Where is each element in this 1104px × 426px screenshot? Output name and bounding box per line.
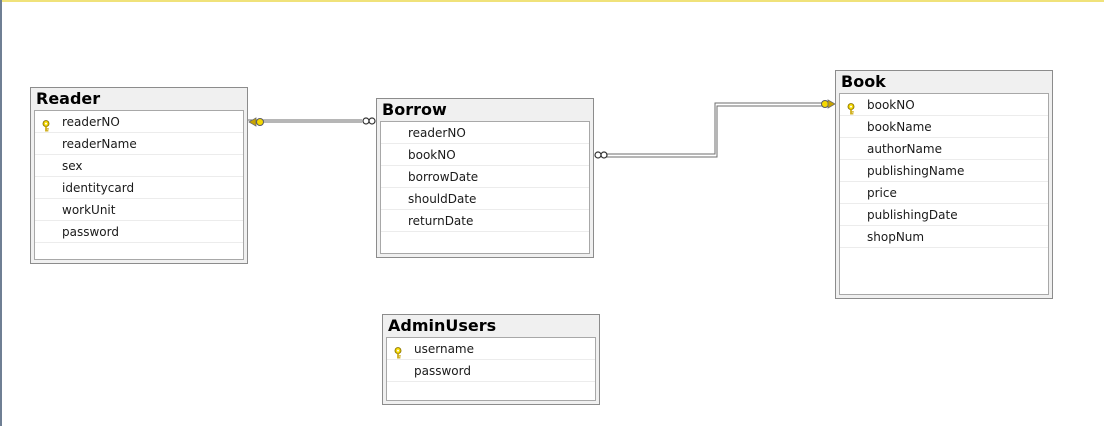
primary-key-icon xyxy=(41,116,51,132)
column-row[interactable]: identitycard xyxy=(35,177,243,199)
table-title[interactable]: Reader xyxy=(31,88,247,108)
column-row[interactable]: publishingName xyxy=(840,160,1048,182)
column-row[interactable]: bookName xyxy=(840,116,1048,138)
column-name: username xyxy=(414,342,474,356)
column-name: bookNO xyxy=(408,148,456,162)
column-list: bookNO bookName authorName publishingName pr… xyxy=(839,93,1049,295)
table-borrow[interactable]: Borrow readerNO bookNO borrowDate shouldDat… xyxy=(376,98,594,258)
column-name: publishingDate xyxy=(867,208,958,222)
column-name: shouldDate xyxy=(408,192,477,206)
one-end-key-icon xyxy=(256,118,264,126)
column-list: username password xyxy=(386,337,596,401)
column-row[interactable]: username xyxy=(387,338,595,360)
column-name: identitycard xyxy=(62,181,135,195)
one-end-key-icon xyxy=(248,117,257,127)
column-row[interactable]: returnDate xyxy=(381,210,589,232)
column-row[interactable]: readerName xyxy=(35,133,243,155)
column-row[interactable]: authorName xyxy=(840,138,1048,160)
column-name: sex xyxy=(62,159,83,173)
column-row[interactable]: readerNO xyxy=(35,111,243,133)
column-row[interactable]: shopNum xyxy=(840,226,1048,248)
one-end-key-icon xyxy=(821,100,829,108)
column-name: authorName xyxy=(867,142,942,156)
column-row[interactable]: shouldDate xyxy=(381,188,589,210)
table-book[interactable]: Book bookNO bookName authorName publishingN… xyxy=(835,70,1053,299)
many-end-infinity-icon xyxy=(362,117,376,125)
primary-key-icon xyxy=(846,99,856,115)
column-row[interactable]: password xyxy=(387,360,595,382)
column-row[interactable]: sex xyxy=(35,155,243,177)
many-end-infinity-icon xyxy=(594,151,608,159)
column-row[interactable]: price xyxy=(840,182,1048,204)
column-name: readerNO xyxy=(62,115,120,129)
column-name: publishingName xyxy=(867,164,965,178)
column-name: bookName xyxy=(867,120,932,134)
table-title[interactable]: AdminUsers xyxy=(383,315,599,335)
column-name: price xyxy=(867,186,897,200)
column-list: readerNO bookNO borrowDate shouldDate return… xyxy=(380,121,590,254)
column-name: readerNO xyxy=(408,126,466,140)
column-list: readerNO readerName sex identitycard workUni… xyxy=(34,110,244,260)
primary-key-icon xyxy=(393,343,403,359)
column-name: returnDate xyxy=(408,214,474,228)
column-row[interactable]: readerNO xyxy=(381,122,589,144)
column-row[interactable]: workUnit xyxy=(35,199,243,221)
relation-book-borrow[interactable] xyxy=(594,99,836,159)
column-name: bookNO xyxy=(867,98,915,112)
column-row[interactable]: bookNO xyxy=(840,94,1048,116)
column-name: password xyxy=(414,364,471,378)
table-title[interactable]: Borrow xyxy=(377,99,593,119)
table-reader[interactable]: Reader readerNO readerName sex identitycard… xyxy=(30,87,248,264)
table-title[interactable]: Book xyxy=(836,71,1052,91)
one-end-key-icon xyxy=(827,99,836,109)
column-name: readerName xyxy=(62,137,137,151)
column-row[interactable]: bookNO xyxy=(381,144,589,166)
column-row[interactable]: password xyxy=(35,221,243,243)
relation-reader-borrow[interactable] xyxy=(248,117,376,127)
column-name: shopNum xyxy=(867,230,925,244)
column-name: password xyxy=(62,225,119,239)
column-name: borrowDate xyxy=(408,170,479,184)
table-adminusers[interactable]: AdminUsers username password xyxy=(382,314,600,405)
column-row[interactable]: borrowDate xyxy=(381,166,589,188)
column-row[interactable]: publishingDate xyxy=(840,204,1048,226)
column-name: workUnit xyxy=(62,203,116,217)
